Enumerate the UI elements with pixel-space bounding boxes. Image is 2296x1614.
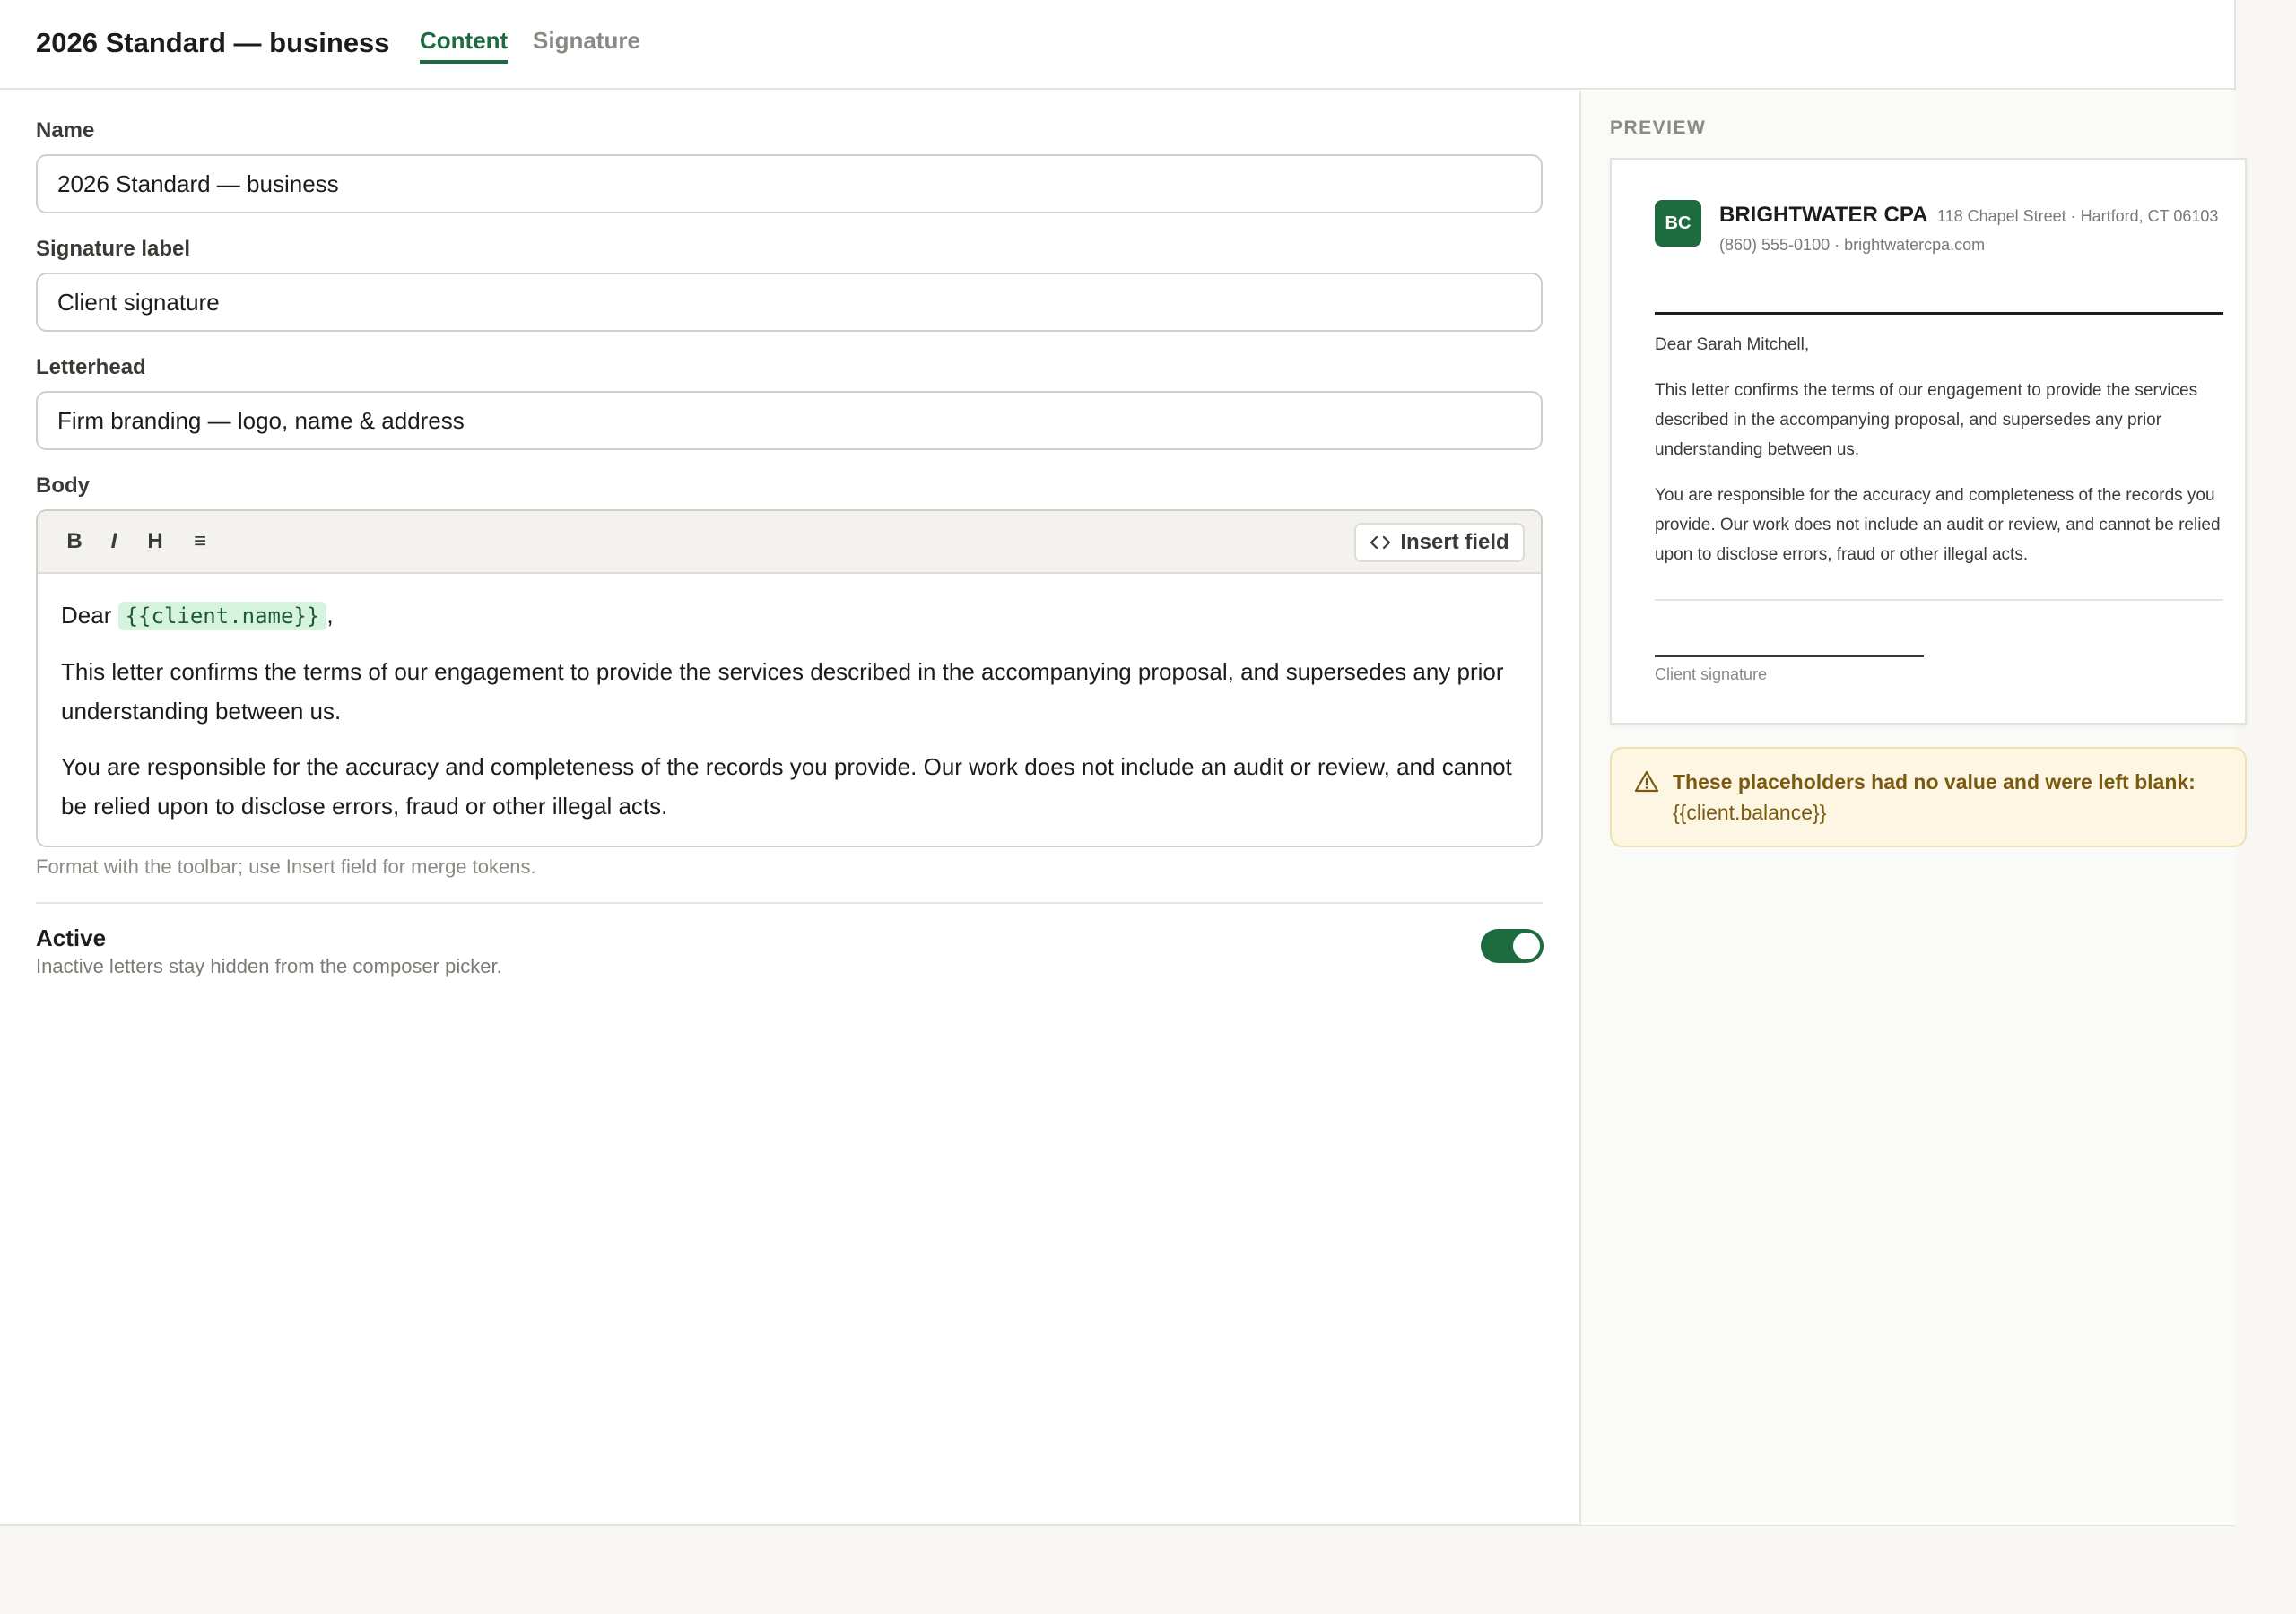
- editor-hint: Format with the toolbar; use Insert fiel…: [36, 855, 536, 878]
- greeting-suffix: ,: [326, 602, 334, 629]
- editor-toolbar: B I H ≡ Insert field: [38, 511, 1541, 574]
- firm-name: BRIGHTWATER CPA: [1719, 203, 1928, 227]
- letterhead-label: Letterhead: [36, 355, 146, 379]
- signature-label: Client signature: [1655, 665, 1768, 683]
- signature-label-input[interactable]: Client signature: [36, 273, 1543, 332]
- italic-button[interactable]: I: [100, 529, 127, 554]
- list-button[interactable]: ≡: [187, 529, 213, 554]
- body-paragraph-1: This letter confirms the terms of our en…: [61, 658, 1504, 725]
- body-label: Body: [36, 473, 90, 498]
- app-window: 2026 Standard — business Content Signatu…: [0, 0, 2247, 1526]
- signature-line: [1655, 655, 1924, 657]
- signature-divider: [1655, 599, 2223, 601]
- signature-label-label: Signature label: [36, 237, 191, 261]
- form-panel: Name 2026 Standard — business Signature …: [0, 91, 1578, 1525]
- preview-paragraph-1: This letter confirms the terms of our en…: [1655, 381, 2198, 459]
- warning-placeholders: {{client.balance}}: [1673, 801, 1827, 824]
- greeting-line: Dear {{client.name}},: [61, 595, 1518, 636]
- active-title: Active: [36, 924, 107, 951]
- insert-field-button[interactable]: Insert field: [1354, 523, 1525, 562]
- firm-contact: (860) 555-0100 · brightwatercpa.com: [1719, 236, 1986, 254]
- letterhead: BRIGHTWATER CPA 118 Chapel Street · Hart…: [1719, 199, 2222, 255]
- warning-text: These placeholders had no value and were…: [1673, 767, 2229, 828]
- missing-placeholders-warning: These placeholders had no value and were…: [1610, 747, 2247, 847]
- name-input[interactable]: 2026 Standard — business: [36, 154, 1543, 213]
- preview-panel: PREVIEW BC BRIGHTWATER CPA 118 Chapel St…: [1579, 91, 2247, 1525]
- page-title: 2026 Standard — business: [36, 27, 390, 58]
- header: 2026 Standard — business Content Signatu…: [0, 0, 2234, 90]
- heading-button[interactable]: H: [142, 529, 169, 554]
- greeting-prefix: Dear: [61, 602, 112, 629]
- tab-signature[interactable]: Signature: [533, 27, 640, 60]
- toggle-knob: [1513, 933, 1540, 959]
- code-icon: [1370, 535, 1391, 550]
- divider: [36, 902, 1543, 904]
- body-editor: B I H ≡ Insert field Dear {{client.name}…: [36, 509, 1543, 847]
- preview-heading: PREVIEW: [1610, 117, 1707, 138]
- preview-greeting: Dear Sarah Mitchell,: [1655, 335, 1810, 354]
- warning-triangle-icon: [1634, 770, 1659, 793]
- bold-button[interactable]: B: [61, 529, 88, 554]
- preview-paragraph-2: You are responsible for the accuracy and…: [1655, 486, 2221, 564]
- active-toggle[interactable]: [1481, 929, 1544, 963]
- firm-logo: BC: [1655, 200, 1701, 247]
- letterhead-rule: [1655, 312, 2223, 315]
- letterhead-select[interactable]: Firm branding — logo, name & address: [36, 391, 1543, 450]
- letter-body: Dear Sarah Mitchell, This letter confirm…: [1655, 330, 2229, 586]
- warning-message: These placeholders had no value and were…: [1673, 770, 2196, 794]
- merge-token[interactable]: {{client.name}}: [117, 602, 327, 630]
- editor-content[interactable]: Dear {{client.name}}, This letter confir…: [61, 595, 1518, 842]
- firm-address: 118 Chapel Street · Hartford, CT 06103: [1936, 207, 2219, 225]
- tab-content[interactable]: Content: [420, 27, 509, 64]
- body-paragraph-2: You are responsible for the accuracy and…: [61, 753, 1512, 820]
- letter-preview: BC BRIGHTWATER CPA 118 Chapel Street · H…: [1610, 158, 2247, 725]
- firm-name-line: BRIGHTWATER CPA 118 Chapel Street · Hart…: [1719, 199, 2222, 234]
- active-subtitle: Inactive letters stay hidden from the co…: [36, 955, 502, 977]
- name-label: Name: [36, 118, 95, 143]
- insert-field-label: Insert field: [1400, 530, 1509, 554]
